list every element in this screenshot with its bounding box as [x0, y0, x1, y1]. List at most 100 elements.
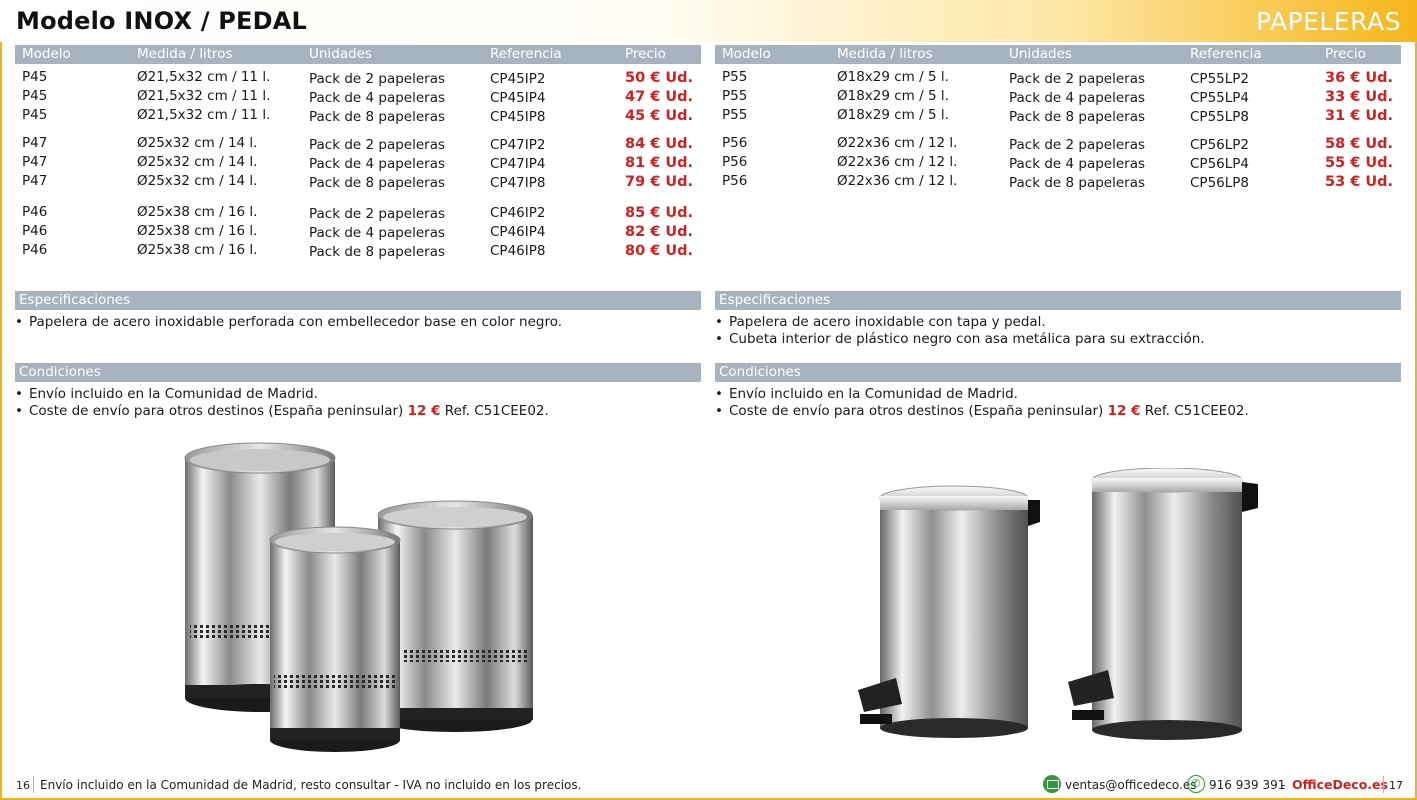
- cell-precio: 36 € Ud.: [1325, 70, 1394, 86]
- cell-modelo: P45: [22, 107, 48, 123]
- shipping-price: 12 €: [407, 403, 441, 419]
- cell-referencia: CP56LP8: [1190, 175, 1249, 191]
- cell-medida: Ø22x36 cm / 12 l.: [837, 154, 958, 170]
- header-medida: Medida / litros: [137, 46, 233, 62]
- cell-modelo: P55: [722, 69, 748, 85]
- header-precio: Precio: [1325, 46, 1366, 62]
- header-referencia: Referencia: [1190, 46, 1262, 62]
- footer-divider: [33, 776, 34, 793]
- page-number-left: 16: [16, 779, 30, 792]
- cell-medida: Ø25x38 cm / 16 l.: [137, 223, 258, 239]
- cell-modelo: P45: [22, 69, 48, 85]
- cell-unidades: Pack de 8 papeleras: [1009, 109, 1146, 125]
- list-item: • Papelera de acero inoxidable con tapa y…: [715, 314, 1401, 331]
- cell-medida: Ø25x32 cm / 14 l.: [137, 154, 258, 170]
- bullet-icon: •: [15, 314, 23, 330]
- conditions-list: • Envío incluido en la Comunidad de Madri…: [715, 386, 1401, 420]
- cell-precio: 85 € Ud.: [625, 205, 694, 221]
- spec-text: Papelera de acero inoxidable con tapa y …: [728, 314, 1046, 330]
- bullet-icon: •: [715, 403, 723, 419]
- table-row: P56 Ø22x36 cm / 12 l. Pack de 4 papeleras C…: [715, 152, 1401, 172]
- cell-precio: 79 € Ud.: [625, 174, 694, 190]
- cell-precio: 45 € Ud.: [625, 108, 694, 124]
- page-header: Modelo INOX / PEDAL PAPELERAS: [0, 0, 1417, 42]
- cell-medida: Ø18x29 cm / 5 l.: [837, 88, 949, 104]
- cell-precio: 47 € Ud.: [625, 89, 694, 105]
- cell-modelo: P46: [22, 223, 48, 239]
- conditions-bar: Condiciones: [15, 363, 701, 382]
- cell-modelo: P56: [722, 154, 748, 170]
- left-table-header: Modelo Medida / litros Unidades Referenc…: [15, 45, 701, 64]
- cell-unidades: Pack de 2 papeleras: [1009, 137, 1146, 153]
- perforated-bins-image: [184, 442, 533, 752]
- cell-medida: Ø22x36 cm / 12 l.: [837, 135, 958, 151]
- header-precio: Precio: [625, 46, 666, 62]
- cell-unidades: Pack de 2 papeleras: [1009, 71, 1146, 87]
- condition-ref: Ref. C51CEE02.: [1144, 403, 1249, 419]
- pedal-bin-small: [858, 485, 1040, 738]
- cell-unidades: Pack de 4 papeleras: [1009, 156, 1146, 172]
- cell-modelo: P45: [22, 88, 48, 104]
- spec-list: • Papelera de acero inoxidable perforada …: [15, 314, 701, 331]
- spec-bar: Especificaciones: [715, 291, 1401, 310]
- cell-referencia: CP45IP2: [490, 71, 546, 87]
- table-row: P55 Ø18x29 cm / 5 l. Pack de 2 papeleras CP…: [715, 67, 1401, 87]
- cell-precio: 81 € Ud.: [625, 155, 694, 171]
- spec-text: Papelera de acero inoxidable perforada c…: [28, 314, 563, 330]
- footer-email-link[interactable]: ventas@officedeco.es: [1065, 778, 1197, 792]
- header-unidades: Unidades: [1009, 46, 1072, 62]
- cell-medida: Ø22x36 cm / 12 l.: [837, 173, 958, 189]
- cell-medida: Ø18x29 cm / 5 l.: [837, 107, 949, 123]
- cell-modelo: P46: [22, 204, 48, 220]
- table-row: P55 Ø18x29 cm / 5 l. Pack de 8 papeleras CP…: [715, 105, 1401, 125]
- condition-text: Coste de envío para otros destinos (Espa…: [728, 403, 1104, 419]
- cell-referencia: CP55LP2: [1190, 71, 1249, 87]
- header-medida: Medida / litros: [837, 46, 933, 62]
- spec-text: Cubeta interior de plástico negro con as…: [728, 331, 1205, 347]
- cell-medida: Ø25x38 cm / 16 l.: [137, 204, 258, 220]
- cell-referencia: CP45IP8: [490, 109, 546, 125]
- spec-list: • Papelera de acero inoxidable con tapa y…: [715, 314, 1401, 348]
- cell-referencia: CP47IP8: [490, 175, 546, 191]
- cell-unidades: Pack de 8 papeleras: [309, 175, 446, 191]
- condition-text: Coste de envío para otros destinos (Espa…: [28, 403, 404, 419]
- cell-unidades: Pack de 2 papeleras: [309, 71, 446, 87]
- cell-modelo: P56: [722, 135, 748, 151]
- cell-referencia: CP47IP4: [490, 156, 546, 172]
- pedal-bins-image: [858, 468, 1258, 740]
- page-number-right: 17: [1389, 779, 1403, 792]
- cell-precio: 84 € Ud.: [625, 136, 694, 152]
- cell-precio: 80 € Ud.: [625, 243, 694, 259]
- footer-brand-link[interactable]: OfficeDeco.es: [1292, 777, 1388, 792]
- cell-medida: Ø25x38 cm / 16 l.: [137, 242, 258, 258]
- bin-small: [269, 526, 401, 752]
- cell-unidades: Pack de 2 papeleras: [309, 137, 446, 153]
- cell-modelo: P47: [22, 173, 48, 189]
- pedal-bin-large: [1068, 468, 1258, 740]
- list-item: • Envío incluido en la Comunidad de Madri…: [15, 386, 701, 403]
- cell-unidades: Pack de 4 papeleras: [309, 90, 446, 106]
- header-referencia: Referencia: [490, 46, 562, 62]
- table-row: P46 Ø25x38 cm / 16 l. Pack de 8 papeleras C…: [15, 240, 701, 260]
- shipping-price: 12 €: [1107, 403, 1141, 419]
- right-table-header: Modelo Medida / litros Unidades Referenc…: [715, 45, 1401, 64]
- cell-modelo: P55: [722, 107, 748, 123]
- cell-medida: Ø25x32 cm / 14 l.: [137, 135, 258, 151]
- list-item: • Coste de envío para otros destinos (Esp…: [715, 403, 1401, 420]
- condition-text: Envío incluido en la Comunidad de Madrid…: [28, 386, 318, 402]
- conditions-list: • Envío incluido en la Comunidad de Madri…: [15, 386, 701, 420]
- cell-unidades: Pack de 8 papeleras: [309, 244, 446, 260]
- table-row: P46 Ø25x38 cm / 16 l. Pack de 4 papeleras C…: [15, 221, 701, 241]
- cell-modelo: P46: [22, 242, 48, 258]
- cell-referencia: CP46IP8: [490, 243, 546, 259]
- cell-precio: 82 € Ud.: [625, 224, 694, 240]
- cell-referencia: CP46IP2: [490, 205, 546, 221]
- footer-phone[interactable]: 916 939 391: [1209, 778, 1285, 792]
- cell-referencia: CP56LP4: [1190, 156, 1249, 172]
- list-item: • Cubeta interior de plástico negro con a…: [715, 331, 1401, 348]
- table-row: P56 Ø22x36 cm / 12 l. Pack de 8 papeleras C…: [715, 171, 1401, 191]
- bullet-icon: •: [715, 386, 723, 402]
- header-modelo: Modelo: [22, 46, 71, 62]
- cell-precio: 58 € Ud.: [1325, 136, 1394, 152]
- table-row: P56 Ø22x36 cm / 12 l. Pack de 2 papeleras C…: [715, 133, 1401, 153]
